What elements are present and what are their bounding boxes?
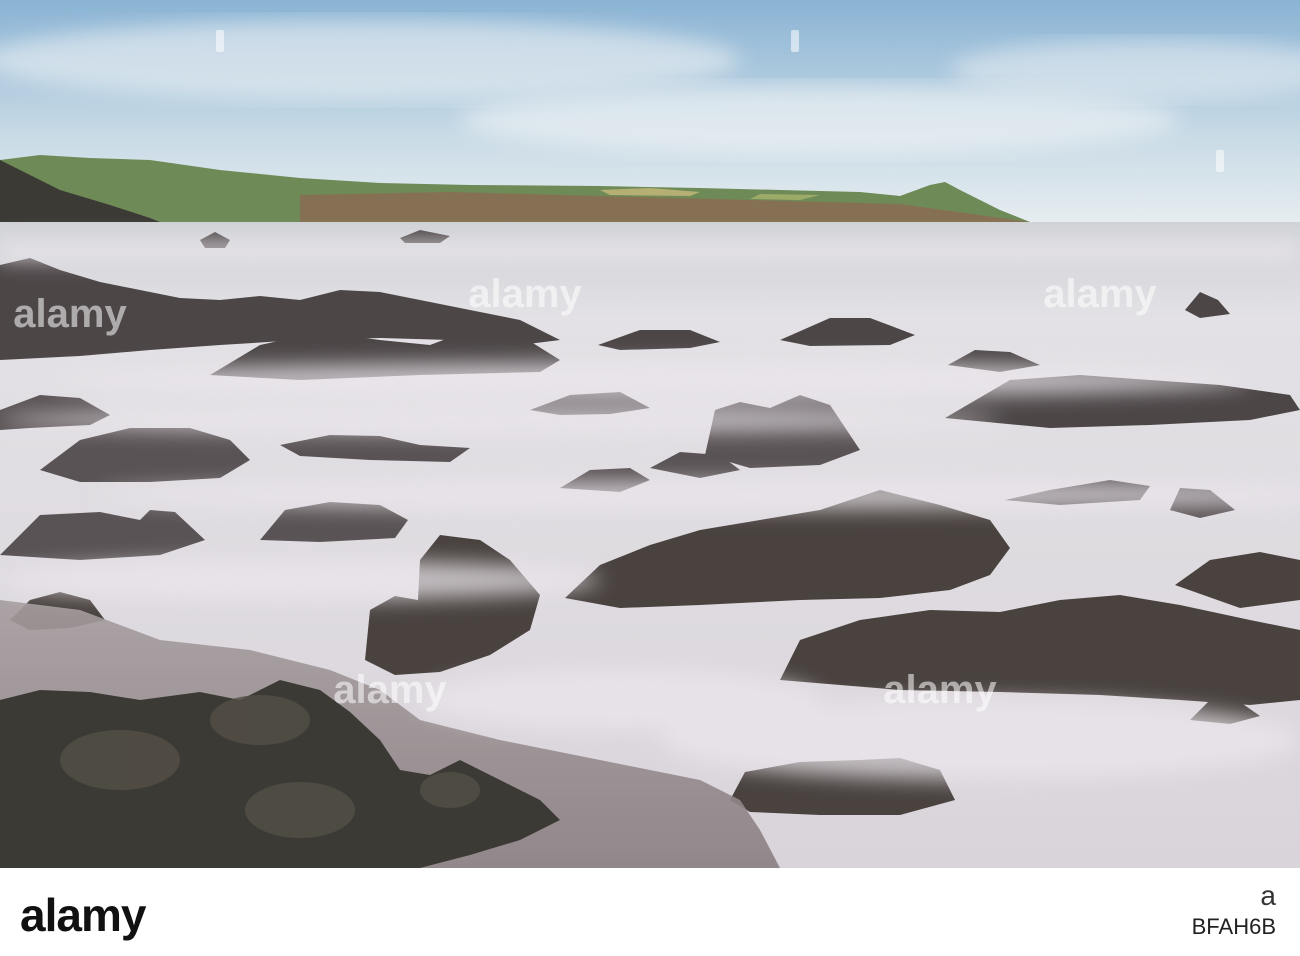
footer-bar: alamy a BFAH6B <box>0 868 1300 956</box>
watermark: alamy <box>468 272 582 316</box>
alamy-mark-icon: a <box>1260 880 1276 911</box>
alamy-logo: alamy <box>20 889 146 941</box>
image-id: BFAH6B <box>1191 914 1276 939</box>
watermark: alamy <box>333 668 447 712</box>
watermark: alamy <box>13 292 127 336</box>
watermark: alamy <box>883 668 997 712</box>
watermark <box>1150 150 1290 176</box>
watermark <box>725 30 865 56</box>
watermark <box>150 30 290 56</box>
coastal-scene <box>0 0 1300 868</box>
photo: alamy alamy alamy alamy alamy <box>0 0 1300 868</box>
watermark: alamy <box>1043 272 1157 316</box>
cloud <box>0 20 740 100</box>
